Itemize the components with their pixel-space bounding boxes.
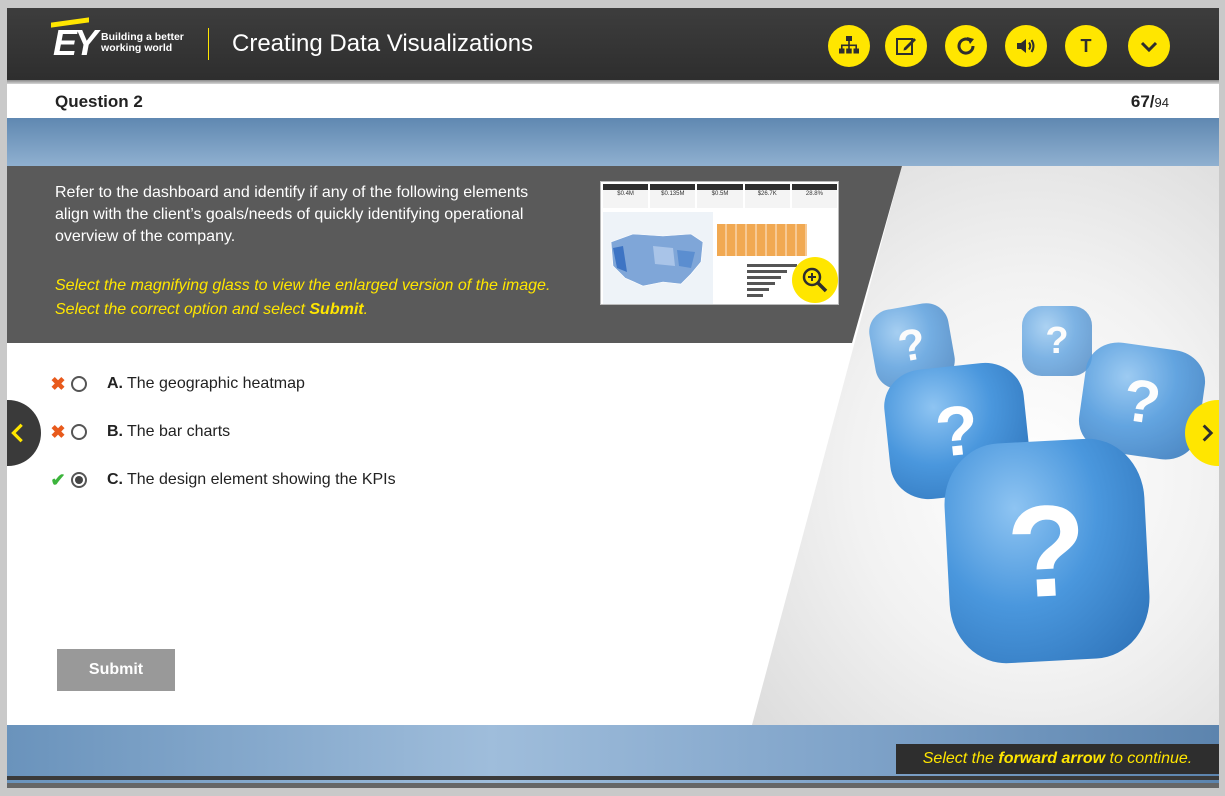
magnifying-glass-icon (802, 267, 828, 293)
current-page: 67 (1130, 92, 1150, 111)
option-b[interactable]: ✖ B. The bar charts (49, 420, 230, 444)
incorrect-icon: ✖ (50, 421, 66, 442)
edit-icon (896, 38, 916, 55)
kpi-card: $26.7K (744, 184, 790, 208)
instruction-text: Refer to the dashboard and identify if a… (55, 184, 529, 245)
course-title: Creating Data Visualizations (232, 30, 534, 57)
chevron-left-icon (7, 418, 33, 448)
radio-button[interactable] (71, 424, 87, 440)
menu-button[interactable] (828, 25, 870, 67)
audio-button[interactable] (1005, 25, 1047, 67)
magnify-button[interactable] (792, 257, 838, 303)
map-shape (610, 233, 704, 287)
header-bar: EY Building a better working world Creat… (7, 8, 1219, 80)
more-button[interactable] (1128, 25, 1170, 67)
bottom-stripe (7, 776, 1219, 780)
radio-button-selected[interactable] (71, 472, 87, 488)
continue-prompt: Select the forward arrow to continue. (896, 744, 1219, 774)
background-banner (7, 118, 1219, 166)
transcript-icon: T (1080, 35, 1092, 56)
bottom-stripe (7, 783, 1219, 788)
heatmap-thumbnail (717, 224, 807, 256)
instruction-hint: Select the magnifying glass to view the … (55, 277, 551, 318)
kpi-strip: $0.4M $0.135M $0.5M $26.7K 28.8% (603, 184, 838, 208)
speaker-icon (1017, 39, 1035, 53)
page-counter: 67/94 (1131, 92, 1169, 112)
header-divider (208, 28, 209, 60)
dice-small: ? (1022, 306, 1092, 376)
correct-icon: ✔ (50, 469, 66, 490)
notes-button[interactable] (885, 25, 927, 67)
total-pages: 94 (1154, 95, 1169, 110)
option-c[interactable]: ✔ C. The design element showing the KPIs (49, 468, 396, 492)
incorrect-icon: ✖ (50, 373, 66, 394)
option-a[interactable]: ✖ A. The geographic heatmap (49, 372, 305, 396)
us-map-thumbnail (603, 212, 713, 304)
chevron-down-icon (1140, 41, 1158, 53)
option-label: A. The geographic heatmap (107, 375, 305, 392)
course-player: EY Building a better working world Creat… (7, 8, 1219, 788)
ey-logo: EY Building a better working world (51, 17, 191, 63)
logo-mark: EY (53, 22, 98, 63)
radio-button[interactable] (71, 376, 87, 392)
kpi-card: $0.135M (650, 184, 696, 208)
replay-icon (957, 37, 975, 55)
sitemap-icon (839, 36, 859, 54)
option-label: B. The bar charts (107, 423, 231, 440)
option-label: C. The design element showing the KPIs (107, 471, 396, 488)
question-label: Question 2 (55, 92, 143, 111)
dice-large: ? (941, 435, 1153, 667)
kpi-card: $0.4M (603, 184, 649, 208)
replay-button[interactable] (945, 25, 987, 67)
kpi-card: 28.8% (791, 184, 838, 208)
question-bar: Question 2 67/94 (7, 84, 1219, 118)
submit-button[interactable]: Submit (57, 649, 175, 691)
kpi-card: $0.5M (697, 184, 743, 208)
transcript-button[interactable]: T (1065, 25, 1107, 67)
chevron-right-icon (1202, 424, 1214, 442)
logo-tagline: Building a better working world (101, 31, 184, 54)
